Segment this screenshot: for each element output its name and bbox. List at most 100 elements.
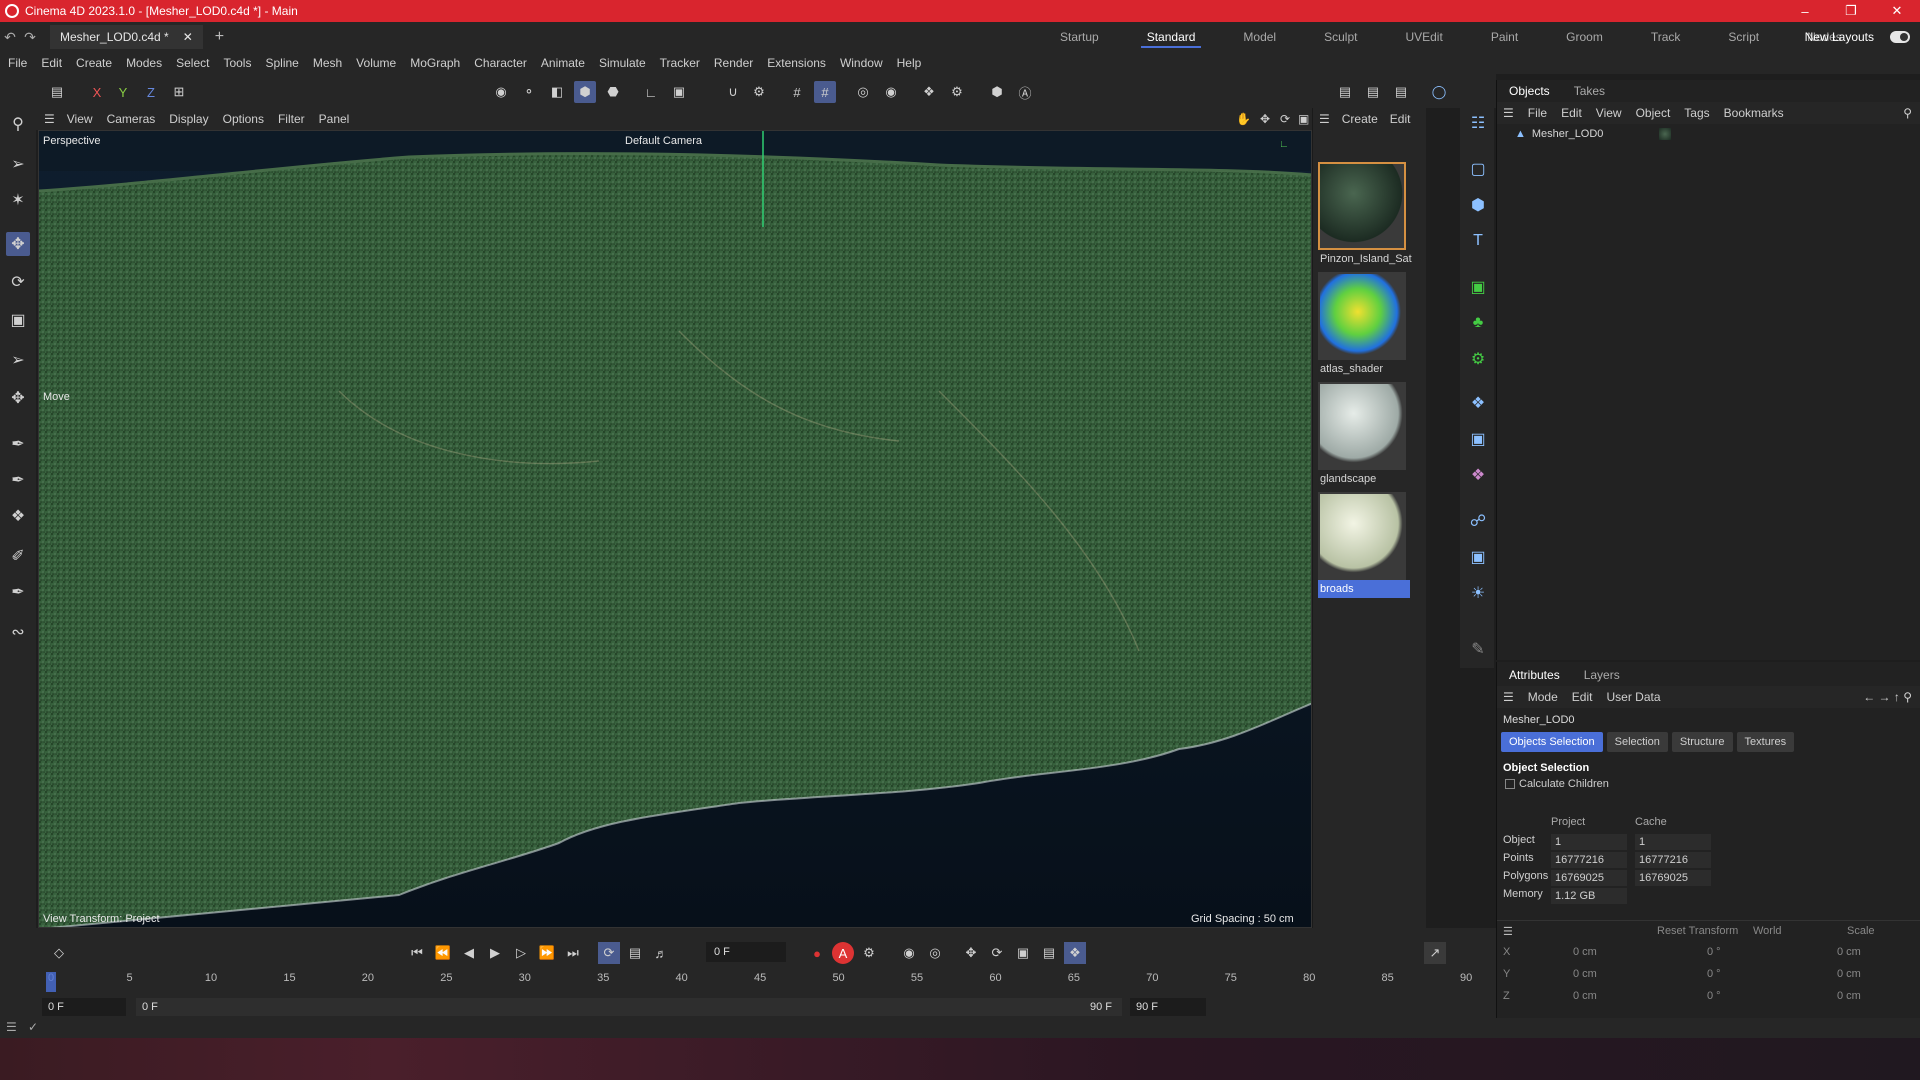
layout-startup[interactable]: Startup xyxy=(1036,22,1123,52)
reset-transform-button[interactable]: Reset Transform xyxy=(1657,925,1738,937)
pla-key-icon[interactable]: ❖ xyxy=(1064,942,1086,964)
dolly-icon[interactable]: ✥ xyxy=(1260,112,1270,126)
z-axis-lock-button[interactable]: Z xyxy=(140,81,162,103)
scale-dropdown[interactable]: Scale xyxy=(1847,925,1875,937)
previous-frame-icon[interactable]: ◀ xyxy=(458,942,480,964)
material-tag-icon[interactable] xyxy=(1659,128,1671,140)
material-item[interactable]: Pinzon_Island_Sat xyxy=(1318,162,1412,268)
layouts-toggle[interactable] xyxy=(1890,31,1910,43)
subtab-textures[interactable]: Textures xyxy=(1736,732,1795,752)
transfer-tool-icon[interactable]: ✥ xyxy=(6,386,30,410)
selection-tool-icon[interactable]: ➢ xyxy=(6,152,30,176)
motion-clip-icon[interactable]: ◎ xyxy=(924,942,946,964)
y-axis-lock-button[interactable]: Y xyxy=(112,81,134,103)
generator-icon[interactable]: ▣ xyxy=(1465,274,1491,300)
material-item[interactable]: broads xyxy=(1318,492,1410,598)
coordinate-system-icon[interactable]: ⊞ xyxy=(168,81,190,103)
go-to-end-icon[interactable]: ⏭ xyxy=(562,942,584,964)
subtab-selection[interactable]: Selection xyxy=(1606,732,1668,752)
move-tool-icon[interactable]: ✥ xyxy=(6,232,30,256)
magnet-tool-icon[interactable]: ∾ xyxy=(6,620,30,644)
position-field[interactable]: 0 cm xyxy=(1573,946,1597,958)
environment-icon[interactable]: ☍ xyxy=(1465,508,1491,534)
material-item[interactable]: atlas_shader xyxy=(1318,272,1410,378)
attributes-menu-userdata[interactable]: User Data xyxy=(1606,690,1660,704)
attributes-menu-edit[interactable]: Edit xyxy=(1572,690,1593,704)
render-settings-icon[interactable]: ▤ xyxy=(1390,81,1412,103)
cube-icon[interactable]: ⬢ xyxy=(1465,192,1491,218)
menu-render[interactable]: Render xyxy=(714,56,753,70)
minimize-icon[interactable]: – xyxy=(1782,0,1828,22)
objects-menu-file[interactable]: File xyxy=(1528,106,1547,120)
coord-hamburger-icon[interactable]: ☰ xyxy=(1503,925,1513,938)
3d-viewport[interactable]: Perspective Default Camera Move View Tra… xyxy=(38,130,1312,928)
menu-volume[interactable]: Volume xyxy=(356,56,396,70)
field-icon[interactable]: ❖ xyxy=(1465,390,1491,416)
attributes-menu-mode[interactable]: Mode xyxy=(1528,690,1558,704)
keyframe-settings-icon[interactable]: ⚙ xyxy=(858,942,880,964)
object-row[interactable]: ▲ Mesher_LOD0 xyxy=(1497,124,1920,144)
layout-sculpt[interactable]: Sculpt xyxy=(1300,22,1381,52)
document-tab[interactable]: Mesher_LOD0.c4d * ✕ xyxy=(50,25,203,49)
tab-layers[interactable]: Layers xyxy=(1572,668,1632,682)
viewport-menu-options[interactable]: Options xyxy=(223,112,264,126)
size-field[interactable]: 0 cm xyxy=(1837,946,1861,958)
material-menu-create[interactable]: Create xyxy=(1342,112,1378,126)
size-field[interactable]: 0 cm xyxy=(1837,968,1861,980)
menu-simulate[interactable]: Simulate xyxy=(599,56,646,70)
layout-paint[interactable]: Paint xyxy=(1467,22,1542,52)
layout-track[interactable]: Track xyxy=(1627,22,1705,52)
maximize-view-icon[interactable]: ▣ xyxy=(1298,112,1309,126)
attributes-hamburger-icon[interactable]: ☰ xyxy=(1503,690,1514,704)
size-field[interactable]: 0 cm xyxy=(1837,990,1861,1002)
calculate-children-checkbox[interactable]: Calculate Children xyxy=(1497,778,1920,790)
spline-smooth-icon[interactable]: ✒ xyxy=(6,468,30,492)
menu-animate[interactable]: Animate xyxy=(541,56,585,70)
viewport-solo-icon[interactable]: ◎ xyxy=(852,81,874,103)
workplane-icon[interactable]: # xyxy=(786,81,808,103)
position-field[interactable]: 0 cm xyxy=(1573,968,1597,980)
render-region-icon[interactable]: ◉ xyxy=(880,81,902,103)
rotation-field[interactable]: 0 ° xyxy=(1707,990,1721,1002)
pan-icon[interactable]: ✋ xyxy=(1236,112,1251,126)
render-view-icon[interactable]: ▤ xyxy=(1334,81,1356,103)
objects-menu-edit[interactable]: Edit xyxy=(1561,106,1582,120)
deformer-icon[interactable]: ⚙ xyxy=(1465,346,1491,372)
layout-uvedit[interactable]: UVEdit xyxy=(1381,22,1466,52)
next-frame-icon[interactable]: ▷ xyxy=(510,942,532,964)
menu-create[interactable]: Create xyxy=(76,56,112,70)
edit-icon[interactable]: ✎ xyxy=(1465,636,1491,662)
timeline-editor-icon[interactable]: ↗ xyxy=(1424,942,1446,964)
model-mode-icon[interactable]: ◉ xyxy=(490,81,512,103)
redshift-icon[interactable]: ◯ xyxy=(1428,81,1450,103)
tracker-icon[interactable]: ❖ xyxy=(1465,462,1491,488)
text-icon[interactable]: T xyxy=(1465,228,1491,254)
menu-select[interactable]: Select xyxy=(176,56,209,70)
autokey-icon[interactable]: A xyxy=(832,942,854,964)
snap-icon[interactable]: ∪ xyxy=(722,81,744,103)
make-editable-icon[interactable]: ▤ xyxy=(46,81,68,103)
loop-icon[interactable]: ⟳ xyxy=(598,942,620,964)
menu-window[interactable]: Window xyxy=(840,56,883,70)
search-icon[interactable]: ⚲ xyxy=(6,112,30,136)
knife-tool-icon[interactable]: ✒ xyxy=(6,580,30,604)
playhead[interactable] xyxy=(46,972,56,992)
end-frame-field[interactable]: 90 F xyxy=(1130,998,1206,1016)
subtab-objects-selection[interactable]: Objects Selection xyxy=(1501,732,1603,752)
solo-mode-icon[interactable]: ▣ xyxy=(668,81,690,103)
menu-help[interactable]: Help xyxy=(897,56,922,70)
status-menu-icon[interactable]: ☰ xyxy=(6,1020,17,1034)
menu-extensions[interactable]: Extensions xyxy=(767,56,826,70)
menu-edit[interactable]: Edit xyxy=(41,56,62,70)
undo-icon[interactable]: ↶ xyxy=(0,29,20,46)
grid-snap-icon[interactable]: # xyxy=(814,81,836,103)
render-to-picture-viewer-icon[interactable]: ▤ xyxy=(1362,81,1384,103)
position-field[interactable]: 0 cm xyxy=(1573,990,1597,1002)
mograph-icon[interactable]: ♣ xyxy=(1465,310,1491,336)
frame-ruler[interactable]: 0 5 10 15 20 25 30 35 40 45 50 55 60 65 … xyxy=(46,972,1472,996)
animation-icon[interactable]: Ⓐ xyxy=(1014,81,1036,103)
menu-file[interactable]: File xyxy=(8,56,27,70)
menu-modes[interactable]: Modes xyxy=(126,56,162,70)
scale-tool-icon[interactable]: ▣ xyxy=(6,308,30,332)
viewport-menu-cameras[interactable]: Cameras xyxy=(107,112,156,126)
